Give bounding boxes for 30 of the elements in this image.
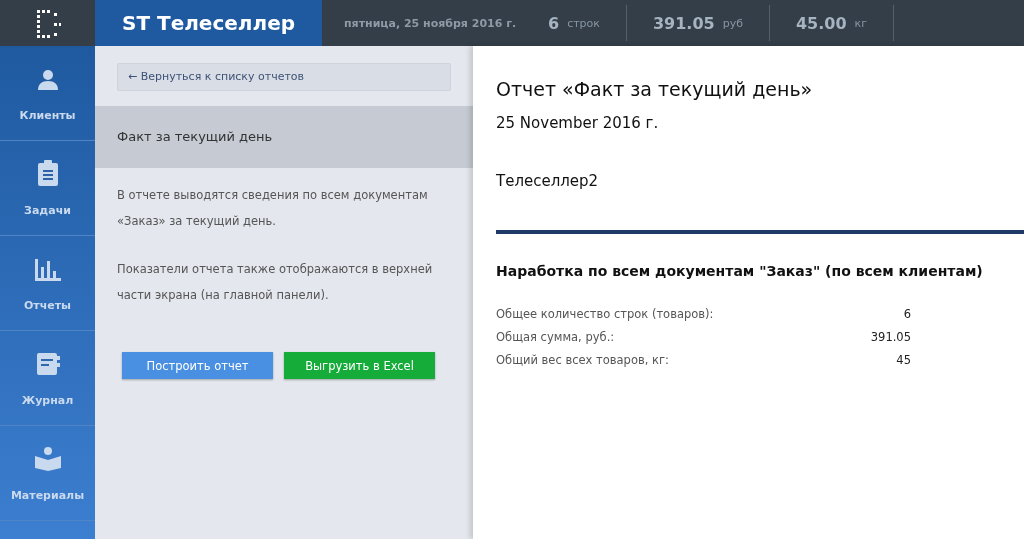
report-list-item[interactable]: Факт за текущий день [95,106,473,168]
description-text: Показатели отчета также отображаются в верхней части экрана (на главной панели). [117,261,434,304]
bar-chart-icon [34,256,61,281]
clipboard-icon [36,159,59,186]
row-label: Общее количество строк (товаров): [496,307,715,321]
section-title: Наработка по всем документам "Заказ" (по всем клиентам) [496,263,984,279]
report-user: Телеселлер2 [496,172,600,190]
row-value: 6 [902,307,911,321]
logo-icon [34,8,61,38]
stat-unit: кг [854,16,868,30]
row-label: Общая сумма, руб.: [496,330,616,344]
notebook-icon [35,351,60,376]
stat-value: 6 [548,13,560,33]
description-text: В отчете выводятся сведения по всем документам «Заказ» за текущий день. [117,187,429,230]
stat-unit: руб [722,16,743,30]
row-value: 45 [895,353,911,367]
report-date: 25 November 2016 г. [496,114,660,132]
person-icon [36,68,59,91]
reader-icon [34,446,61,471]
export-excel-button[interactable]: Выгрузить в Excel [284,352,435,379]
row-value: 391.05 [869,330,911,344]
build-report-button[interactable]: Построить отчет [122,352,273,379]
stat-value: 391.05 [652,13,715,33]
header-date: пятница, 25 ноября 2016 г. [343,16,518,30]
row-label: Общий вес всех товаров, кг: [496,353,670,367]
app-title: ST Телеселлер [95,0,322,46]
back-link[interactable]: ← Вернуться к списку отчетов [117,63,451,91]
report-title: Отчет «Факт за текущий день» [496,78,814,100]
stat-value: 45.00 [796,13,847,33]
stat-unit: строк [567,16,600,30]
